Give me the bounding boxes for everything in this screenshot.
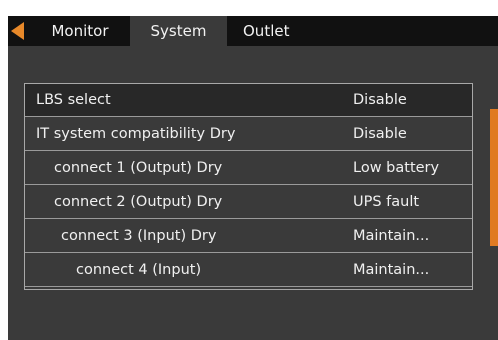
setting-value: Maintain... <box>353 262 430 278</box>
setting-row-lbs-select[interactable]: LBS select Disable <box>25 84 472 117</box>
tab-system[interactable]: System <box>130 16 227 46</box>
back-arrow-icon[interactable] <box>11 22 24 40</box>
tab-monitor[interactable]: Monitor <box>30 16 130 46</box>
setting-row-it-system-compatibility[interactable]: IT system compatibility Dry Disable <box>25 118 472 151</box>
setting-row-dry-connect-2[interactable]: connect 2 (Output) Dry UPS fault <box>25 186 472 219</box>
setting-label: connect 3 (Input) Dry <box>61 228 217 244</box>
setting-label: connect 1 (Output) Dry <box>54 160 223 176</box>
setting-value: Low battery <box>353 160 440 176</box>
setting-label: LBS select <box>36 92 111 108</box>
settings-list: LBS select Disable IT system compatibili… <box>24 83 473 290</box>
scrollbar[interactable] <box>490 109 498 246</box>
setting-label: connect 4 (Input) <box>76 262 202 278</box>
setting-value: UPS fault <box>353 194 420 210</box>
setting-value: Disable <box>353 126 407 142</box>
tab-bar: Monitor System Outlet <box>8 16 498 46</box>
setting-row-dry-connect-4[interactable]: connect 4 (Input) Maintain... <box>25 254 472 287</box>
setting-value: Disable <box>353 92 407 108</box>
setting-label: connect 2 (Output) Dry <box>54 194 223 210</box>
setting-value: Maintain... <box>353 228 430 244</box>
tab-outlet[interactable]: Outlet <box>227 16 307 46</box>
setting-row-dry-connect-1[interactable]: connect 1 (Output) Dry Low battery <box>25 152 472 185</box>
device-screen: Monitor System Outlet LBS select Disable… <box>8 16 498 340</box>
setting-row-dry-connect-3[interactable]: connect 3 (Input) Dry Maintain... <box>25 220 472 253</box>
setting-label: IT system compatibility Dry <box>36 126 236 142</box>
